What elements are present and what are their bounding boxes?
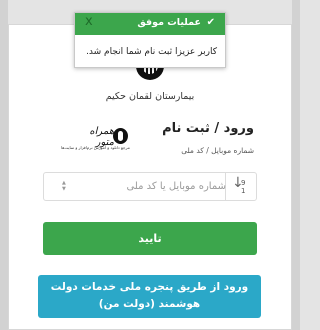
toast-title: عملیات موفق [137,17,201,28]
gov-login-label-line2: هوشمند (دولت من) [98,298,201,310]
hospital-name: بیمارستان لقمان حکیم [105,91,195,102]
check-icon: ✔ [206,17,215,28]
page-backdrop-right [292,0,300,330]
toast-header: ✔ عملیات موفق x [75,13,225,35]
number-stepper-icon[interactable]: ▲ ▼ [62,181,69,192]
field-label: شماره موبایل / کد ملی [181,146,254,155]
toast-message: کاربر عزیزا ثبت نام شما انجام شد. [86,47,217,57]
sort-numeric-icon: ↓ 9 1 [232,175,246,195]
submit-button[interactable]: تایید [43,222,257,255]
identifier-input[interactable] [46,175,230,198]
page-title: ورود / ثبت نام [162,121,254,136]
page-backdrop-left [0,0,8,330]
close-icon[interactable]: x [85,15,93,29]
watermark-tagline: مرجع دانلود و آموزش نرم‌افزار و سایت‌ها [61,145,130,150]
success-toast: ✔ عملیات موفق x کاربر عزیزا ثبت نام شما … [74,12,226,68]
gov-login-label-line1: ورود از طریق پنجره ملی خدمات دولت [50,281,249,293]
gov-login-button[interactable]: ورود از طریق پنجره ملی خدمات دولت هوشمند… [38,275,261,318]
identifier-input-group: ↓ 9 1 ▲ ▼ [43,172,257,201]
watermark-logo-icon [113,128,128,144]
